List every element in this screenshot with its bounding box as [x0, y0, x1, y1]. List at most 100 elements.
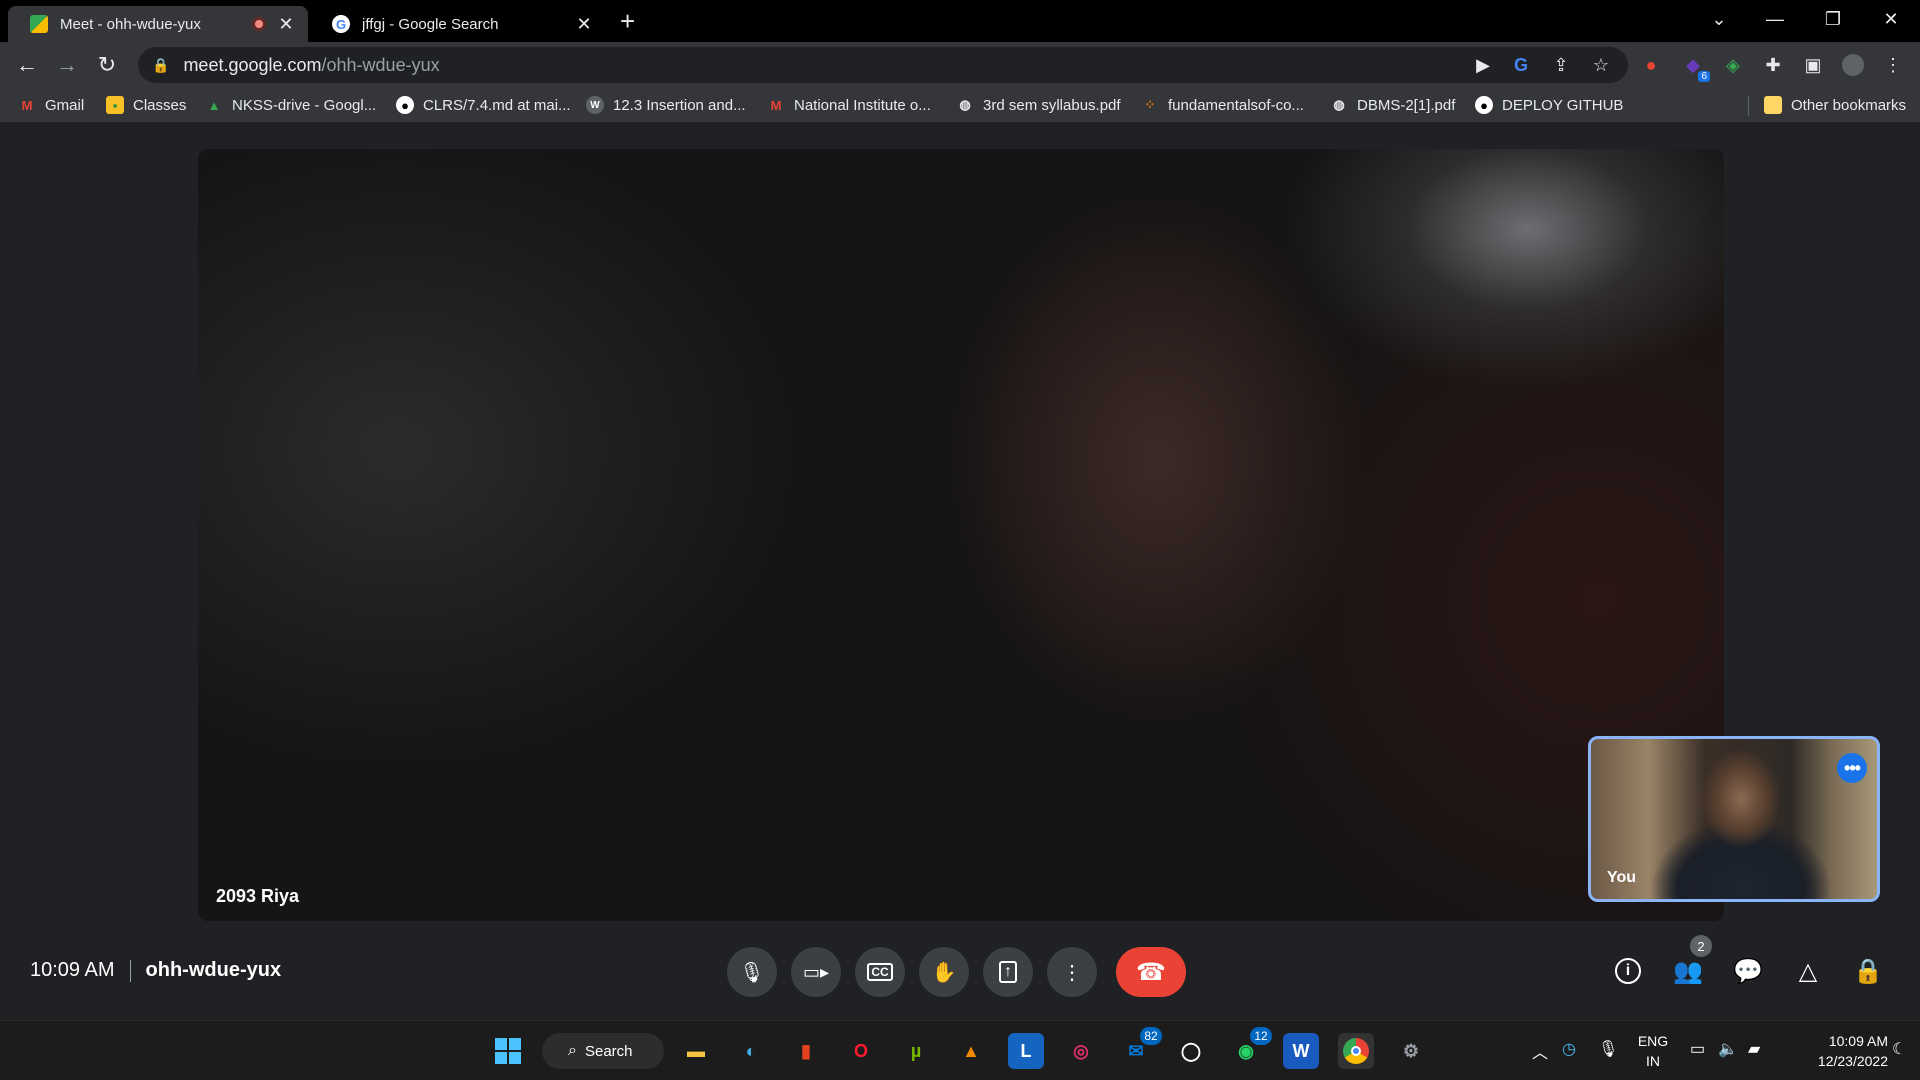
bookmarks-bar: M Gmail ▪ Classes ▲ NKSS-drive - Googl... ●…: [0, 88, 1920, 122]
bookmark-dbms[interactable]: ◍ DBMS-2[1].pdf: [1330, 93, 1455, 117]
side-panel-icon[interactable]: ▣: [1800, 52, 1826, 78]
extension-purple-icon[interactable]: ◆ 6: [1680, 52, 1710, 82]
camera-in-use-icon[interactable]: ▶: [1470, 52, 1496, 78]
utorrent-icon[interactable]: µ: [898, 1033, 934, 1069]
captions-icon: CC: [867, 963, 893, 981]
captions-button[interactable]: CC: [855, 947, 905, 997]
extensions-puzzle-icon[interactable]: ✚: [1760, 52, 1786, 78]
network-icon[interactable]: ▭: [1690, 1039, 1705, 1059]
leave-call-button[interactable]: ☎: [1116, 947, 1186, 997]
bookmark-deploy-github[interactable]: ● DEPLOY GITHUB: [1475, 93, 1623, 117]
extension-badge: 6: [1698, 71, 1710, 82]
close-tab-icon[interactable]: ✕: [574, 14, 594, 35]
meet-stage: 2093 Riya ••• You 10:09 AM ohh-wdue-yux …: [0, 123, 1920, 1020]
minimize-button[interactable]: —: [1746, 0, 1804, 38]
participant-video-tile[interactable]: 2093 Riya: [198, 149, 1724, 921]
language-indicator[interactable]: ENG IN: [1636, 1031, 1670, 1071]
lightshot-l-icon[interactable]: L: [1008, 1033, 1044, 1069]
bookmark-national-institute[interactable]: M National Institute o...: [767, 93, 931, 117]
meeting-details-button[interactable]: i: [1608, 951, 1648, 991]
present-button[interactable]: ↑: [983, 947, 1033, 997]
activities-button[interactable]: △: [1788, 951, 1828, 991]
bookmark-syllabus[interactable]: ◍ 3rd sem syllabus.pdf: [956, 93, 1120, 117]
recording-indicator-icon: [252, 17, 266, 31]
volume-icon[interactable]: 🔈: [1718, 1039, 1738, 1059]
restore-button[interactable]: ❐: [1804, 0, 1862, 38]
reload-button[interactable]: ↻: [90, 48, 124, 82]
browser-toolbar: ← → ↻ 🔒 meet.google.com/ohh-wdue-yux ▶ G…: [0, 42, 1920, 88]
tab-google-search[interactable]: G jffgj - Google Search ✕: [310, 6, 606, 42]
bookmark-star-icon[interactable]: ☆: [1588, 52, 1614, 78]
show-hidden-icons-chevron-icon[interactable]: ︿: [1532, 1039, 1548, 1063]
taskbar-time: 10:09 AM: [1828, 1033, 1888, 1049]
host-controls-button[interactable]: 🔒: [1848, 951, 1888, 991]
meeting-code: ohh-wdue-yux: [145, 959, 282, 981]
extension-color-icon[interactable]: ◈: [1720, 52, 1746, 78]
settings-gear-icon[interactable]: ⚙: [1393, 1033, 1429, 1069]
instagram-icon[interactable]: ◎: [1063, 1033, 1099, 1069]
more-options-icon[interactable]: •••: [1837, 753, 1867, 783]
opera-icon[interactable]: O: [843, 1033, 879, 1069]
bookmark-nkss-drive[interactable]: ▲ NKSS-drive - Googl...: [205, 93, 377, 117]
bookmark-classes[interactable]: ▪ Classes: [106, 93, 186, 117]
more-options-button[interactable]: ⋮: [1047, 947, 1097, 997]
folder-icon: [1764, 96, 1782, 114]
self-name-label: You: [1607, 869, 1637, 886]
microphone-button[interactable]: 🎙: [727, 947, 777, 997]
other-bookmarks-folder[interactable]: Other bookmarks: [1764, 93, 1906, 117]
meeting-time: 10:09 AM: [30, 959, 115, 981]
outlook-icon[interactable]: ✉ 82: [1118, 1027, 1162, 1069]
close-window-button[interactable]: ✕: [1862, 0, 1920, 38]
profile-avatar[interactable]: [1840, 52, 1866, 78]
forward-button[interactable]: →: [50, 48, 84, 82]
meet-favicon-icon: [30, 15, 48, 33]
gmail-icon: M: [770, 97, 782, 113]
office-icon[interactable]: ▮: [788, 1033, 824, 1069]
whatsapp-desktop-icon[interactable]: ◯: [1173, 1033, 1209, 1069]
windows-logo-icon: [495, 1038, 521, 1064]
tab-meet[interactable]: Meet - ohh-wdue-yux ✕: [8, 6, 308, 42]
mic-tray-icon[interactable]: 🎙: [1598, 1039, 1618, 1059]
activities-icon: △: [1798, 957, 1818, 985]
back-button[interactable]: ←: [10, 48, 44, 82]
globe-icon: ◍: [1333, 97, 1345, 112]
chrome-menu-icon[interactable]: ⋮: [1880, 52, 1906, 78]
divider: [129, 959, 131, 982]
address-bar[interactable]: 🔒 meet.google.com/ohh-wdue-yux: [138, 47, 1628, 83]
outlook-badge: 82: [1140, 1027, 1162, 1045]
microphone-icon: 🎙: [739, 961, 765, 984]
bookmark-clrs[interactable]: ● CLRS/7.4.md at mai...: [396, 93, 571, 117]
google-lens-icon[interactable]: G: [1508, 52, 1534, 78]
taskbar-clock[interactable]: 10:09 AM 12/23/2022: [1780, 1031, 1888, 1071]
globe-icon: ◍: [959, 97, 971, 112]
bookmark-gmail[interactable]: M Gmail: [18, 93, 85, 117]
chat-button[interactable]: 💬: [1728, 951, 1768, 991]
battery-icon[interactable]: ▰: [1748, 1039, 1760, 1059]
tab-strip: Meet - ohh-wdue-yux ✕ G jffgj - Google S…: [0, 0, 1920, 42]
focus-moon-icon[interactable]: ☾: [1892, 1039, 1906, 1059]
bookmark-insertion[interactable]: W 12.3 Insertion and...: [586, 93, 746, 117]
file-explorer-icon[interactable]: ▬: [678, 1033, 714, 1069]
present-screen-icon: ↑: [999, 961, 1017, 983]
vlc-icon[interactable]: ▲: [953, 1033, 989, 1069]
camera-button[interactable]: ▭▸: [791, 947, 841, 997]
clock-app-icon[interactable]: ◷: [1562, 1039, 1576, 1059]
tab-search-chevron-icon[interactable]: ⌄: [1690, 0, 1748, 38]
camera-icon: ▭▸: [802, 961, 830, 982]
word-icon[interactable]: W: [1283, 1033, 1319, 1069]
close-tab-icon[interactable]: ✕: [276, 14, 296, 35]
chrome-taskbar-icon[interactable]: [1338, 1033, 1374, 1069]
start-button[interactable]: [490, 1033, 526, 1069]
meeting-info: 10:09 AM ohh-wdue-yux: [30, 959, 281, 982]
raise-hand-button[interactable]: ✋: [919, 947, 969, 997]
bookmark-fundamentals[interactable]: ⁘ fundamentalsof-co...: [1141, 93, 1304, 117]
share-icon[interactable]: ⇪: [1548, 52, 1574, 78]
lock-icon: 🔒: [152, 56, 170, 73]
people-button[interactable]: 👥: [1668, 951, 1708, 991]
self-video-tile[interactable]: ••• You: [1588, 736, 1880, 902]
extension-red-icon[interactable]: ●: [1638, 52, 1664, 78]
new-tab-button[interactable]: +: [620, 6, 635, 37]
whatsapp-icon[interactable]: ◉ 12: [1228, 1027, 1272, 1069]
taskbar-search[interactable]: ⌕ Search: [542, 1033, 664, 1069]
edge-icon[interactable]: ◐: [733, 1033, 769, 1069]
